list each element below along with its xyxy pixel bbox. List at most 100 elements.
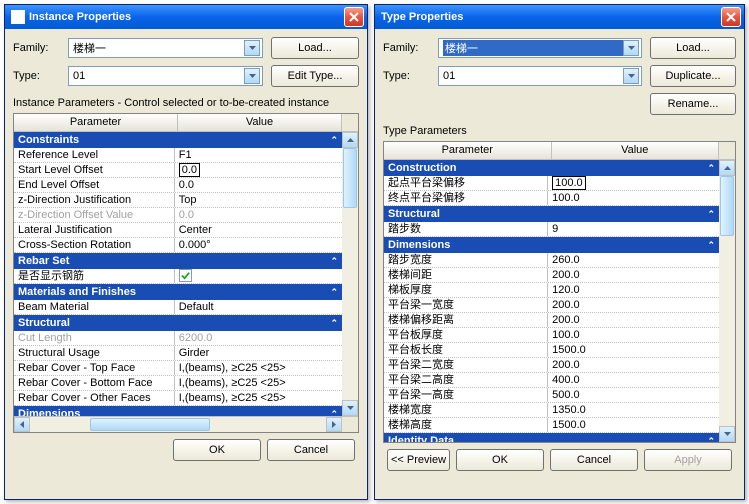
grid-row[interactable]: Beam MaterialDefault (14, 300, 342, 315)
grid-row[interactable]: Rebar Cover - Top FaceI,(beams), ≥C25 <2… (14, 361, 342, 376)
collapse-icon[interactable]: ⌃ (330, 284, 338, 300)
grid-row[interactable]: End Level Offset0.0 (14, 178, 342, 193)
type-label: Type: (383, 70, 438, 82)
grid-row[interactable]: Rebar Cover - Bottom FaceI,(beams), ≥C25… (14, 376, 342, 391)
grid-row[interactable]: 梯板厚度120.0 (384, 283, 719, 298)
collapse-icon[interactable]: ⌃ (330, 406, 338, 416)
section-materials[interactable]: Materials and Finishes⌃ (14, 284, 342, 300)
instance-properties-dialog: Instance Properties Family: 楼梯一 Load... … (4, 4, 368, 500)
col-value[interactable]: Value (552, 142, 720, 159)
cancel-button[interactable]: Cancel (550, 449, 638, 471)
section-constraints[interactable]: Constraints⌃ (14, 132, 342, 148)
type-combo[interactable]: 01 (68, 66, 263, 86)
collapse-icon[interactable]: ⌃ (707, 237, 715, 253)
scroll-down-icon[interactable] (342, 400, 358, 416)
preview-button[interactable]: << Preview (387, 449, 450, 471)
instance-caption: Instance Parameters - Control selected o… (13, 97, 359, 109)
scroll-up-icon[interactable] (342, 132, 358, 148)
scrollbar-vertical[interactable] (342, 132, 358, 416)
collapse-icon[interactable]: ⌃ (330, 315, 338, 331)
grid-row[interactable]: 平台板长度1500.0 (384, 343, 719, 358)
grid-row[interactable]: 终点平台梁偏移100.0 (384, 191, 719, 206)
grid-row[interactable]: 楼梯高度1500.0 (384, 418, 719, 433)
scroll-thumb[interactable] (343, 148, 357, 208)
section-structural[interactable]: Structural⌃ (14, 315, 342, 331)
grid-row[interactable]: Lateral JustificationCenter (14, 223, 342, 238)
grid-row[interactable]: 是否显示钢筋 (14, 269, 342, 284)
grid-row[interactable]: z-Direction JustificationTop (14, 193, 342, 208)
grid-row[interactable]: Start Level Offset0.0 (14, 163, 342, 178)
scroll-thumb[interactable] (720, 176, 734, 236)
scrollbar-vertical[interactable] (719, 160, 735, 442)
value-editor[interactable]: 0.0 (179, 163, 200, 177)
load-button[interactable]: Load... (271, 37, 359, 59)
grid-row[interactable]: Reference LevelF1 (14, 148, 342, 163)
grid-row[interactable]: 踏步宽度260.0 (384, 253, 719, 268)
section-identity[interactable]: Identity Data⌃ (384, 433, 719, 442)
grid-row: Cut Length6200.0 (14, 331, 342, 346)
grid-row[interactable]: 楼梯间距200.0 (384, 268, 719, 283)
grid-row[interactable]: 起点平台梁偏移100.0 (384, 176, 719, 191)
collapse-icon[interactable]: ⌃ (707, 206, 715, 222)
grid-row[interactable]: 踏步数9 (384, 222, 719, 237)
collapse-icon[interactable]: ⌃ (707, 160, 715, 176)
chevron-down-icon[interactable] (244, 68, 260, 84)
section-construction[interactable]: Construction⌃ (384, 160, 719, 176)
grid-row[interactable]: Structural UsageGirder (14, 346, 342, 361)
scroll-left-icon[interactable] (14, 417, 30, 432)
col-parameter[interactable]: Parameter (384, 142, 552, 159)
scroll-right-icon[interactable] (326, 417, 342, 432)
titlebar[interactable]: Type Properties (375, 5, 744, 29)
dialog-title: Instance Properties (29, 11, 344, 23)
scroll-down-icon[interactable] (719, 426, 735, 442)
type-combo[interactable]: 01 (438, 66, 642, 86)
grid-row[interactable]: 平台梁一高度500.0 (384, 388, 719, 403)
chevron-down-icon[interactable] (623, 40, 639, 56)
type-properties-dialog: Type Properties Family: 楼梯一 Load... Type… (374, 4, 745, 500)
duplicate-button[interactable]: Duplicate... (650, 65, 736, 87)
edit-type-button[interactable]: Edit Type... (271, 65, 359, 87)
col-value[interactable]: Value (178, 114, 342, 131)
col-spacer (719, 142, 735, 159)
titlebar[interactable]: Instance Properties (5, 5, 367, 29)
section-rebarset[interactable]: Rebar Set⌃ (14, 253, 342, 269)
grid-row[interactable]: 平台梁二高度400.0 (384, 373, 719, 388)
grid-row[interactable]: 楼梯宽度1350.0 (384, 403, 719, 418)
section-dimensions[interactable]: Dimensions⌃ (384, 237, 719, 253)
checkbox-checked-icon[interactable] (179, 269, 192, 282)
collapse-icon[interactable]: ⌃ (330, 132, 338, 148)
scrollbar-horizontal[interactable] (14, 416, 358, 432)
grid-row[interactable]: 平台板厚度100.0 (384, 328, 719, 343)
load-button[interactable]: Load... (650, 37, 736, 59)
close-icon[interactable] (344, 7, 364, 27)
family-combo[interactable]: 楼梯一 (438, 38, 642, 58)
chevron-down-icon[interactable] (244, 40, 260, 56)
grid-row[interactable]: Rebar Cover - Other FacesI,(beams), ≥C25… (14, 391, 342, 406)
apply-button[interactable]: Apply (644, 449, 732, 471)
type-parameters-grid: Parameter Value Construction⌃ 起点平台梁偏移100… (383, 141, 736, 443)
grid-header: Parameter Value (384, 142, 735, 160)
section-dimensions[interactable]: Dimensions⌃ (14, 406, 342, 416)
scroll-up-icon[interactable] (719, 160, 735, 176)
grid-row[interactable]: 楼梯偏移距离200.0 (384, 313, 719, 328)
close-icon[interactable] (721, 7, 741, 27)
collapse-icon[interactable]: ⌃ (707, 433, 715, 442)
ok-button[interactable]: OK (456, 449, 544, 471)
value-editor[interactable]: 100.0 (552, 176, 586, 190)
ok-button[interactable]: OK (173, 439, 261, 461)
chevron-down-icon[interactable] (623, 68, 639, 84)
family-combo[interactable]: 楼梯一 (68, 38, 263, 58)
grid-row: z-Direction Offset Value0.0 (14, 208, 342, 223)
grid-row[interactable]: Cross-Section Rotation0.000° (14, 238, 342, 253)
type-label: Type: (13, 70, 68, 82)
cancel-button[interactable]: Cancel (267, 439, 355, 461)
grid-row[interactable]: 平台梁一宽度200.0 (384, 298, 719, 313)
scroll-thumb[interactable] (90, 418, 210, 431)
section-structural[interactable]: Structural⌃ (384, 206, 719, 222)
family-label: Family: (13, 42, 68, 54)
col-parameter[interactable]: Parameter (14, 114, 178, 131)
grid-row[interactable]: 平台梁二宽度200.0 (384, 358, 719, 373)
dialog-title: Type Properties (381, 11, 721, 23)
rename-button[interactable]: Rename... (650, 93, 736, 115)
collapse-icon[interactable]: ⌃ (330, 253, 338, 269)
